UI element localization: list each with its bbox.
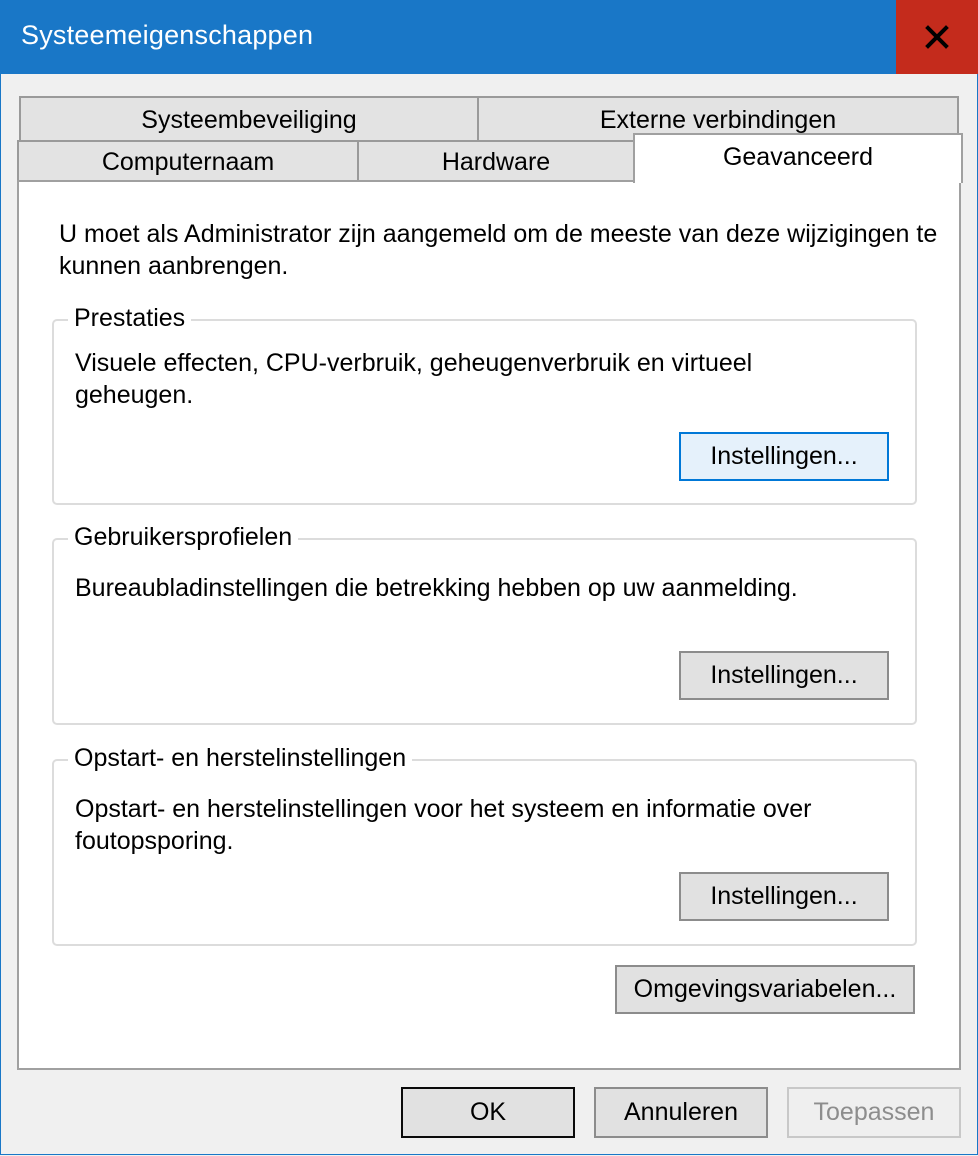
button-label: Omgevingsvariabelen... (633, 975, 897, 1003)
tab-systeembeveiliging[interactable]: Systeembeveiliging (19, 96, 479, 142)
tab-hardware[interactable]: Hardware (357, 140, 635, 183)
prestaties-settings-button[interactable]: Instellingen... (679, 432, 889, 481)
button-label: Annuleren (624, 1098, 738, 1126)
close-icon (925, 25, 949, 49)
group-title: Gebruikersprofielen (68, 519, 299, 555)
cancel-button[interactable]: Annuleren (594, 1087, 768, 1138)
group-prestaties: Prestaties Visuele effecten, CPU-verbrui… (52, 300, 917, 505)
tab-geavanceerd[interactable]: Geavanceerd (633, 133, 963, 183)
group-title: Opstart- en herstelinstellingen (68, 740, 413, 776)
group-title: Prestaties (68, 300, 192, 336)
apply-button[interactable]: Toepassen (787, 1087, 961, 1138)
tab-label: Externe verbindingen (599, 105, 837, 134)
button-label: OK (469, 1098, 507, 1126)
tab-label: Computernaam (101, 148, 275, 176)
close-button[interactable] (896, 0, 978, 74)
button-label: Instellingen... (710, 882, 858, 910)
group-opstart-herstel: Opstart- en herstelinstellingen Opstart-… (52, 740, 917, 946)
opstart-herstel-settings-button[interactable]: Instellingen... (679, 872, 889, 921)
button-label: Instellingen... (710, 442, 858, 470)
button-label: Toepassen (813, 1098, 935, 1126)
tab-label: Geavanceerd (722, 143, 874, 171)
group-description: Opstart- en herstelinstellingen voor het… (75, 795, 812, 855)
tab-label: Systeembeveiliging (141, 105, 357, 134)
window-title: Systeemeigenschappen (21, 20, 314, 50)
ok-button[interactable]: OK (401, 1087, 575, 1138)
environment-variables-button[interactable]: Omgevingsvariabelen... (615, 965, 915, 1014)
button-label: Instellingen... (710, 661, 858, 689)
group-gebruikersprofielen: Gebruikersprofielen Bureaubladinstelling… (52, 519, 917, 725)
title-bar: Systeemeigenschappen (0, 0, 978, 74)
tab-computernaam[interactable]: Computernaam (17, 140, 359, 183)
admin-notice: U moet als Administrator zijn aangemeld … (59, 220, 938, 280)
gebruikersprofielen-settings-button[interactable]: Instellingen... (679, 651, 889, 700)
tab-panel-geavanceerd: U moet als Administrator zijn aangemeld … (17, 180, 961, 1070)
tab-label: Hardware (441, 148, 551, 176)
group-description: Visuele effecten, CPU-verbruik, geheugen… (75, 349, 753, 409)
group-description: Bureaubladinstellingen die betrekking he… (75, 574, 798, 602)
